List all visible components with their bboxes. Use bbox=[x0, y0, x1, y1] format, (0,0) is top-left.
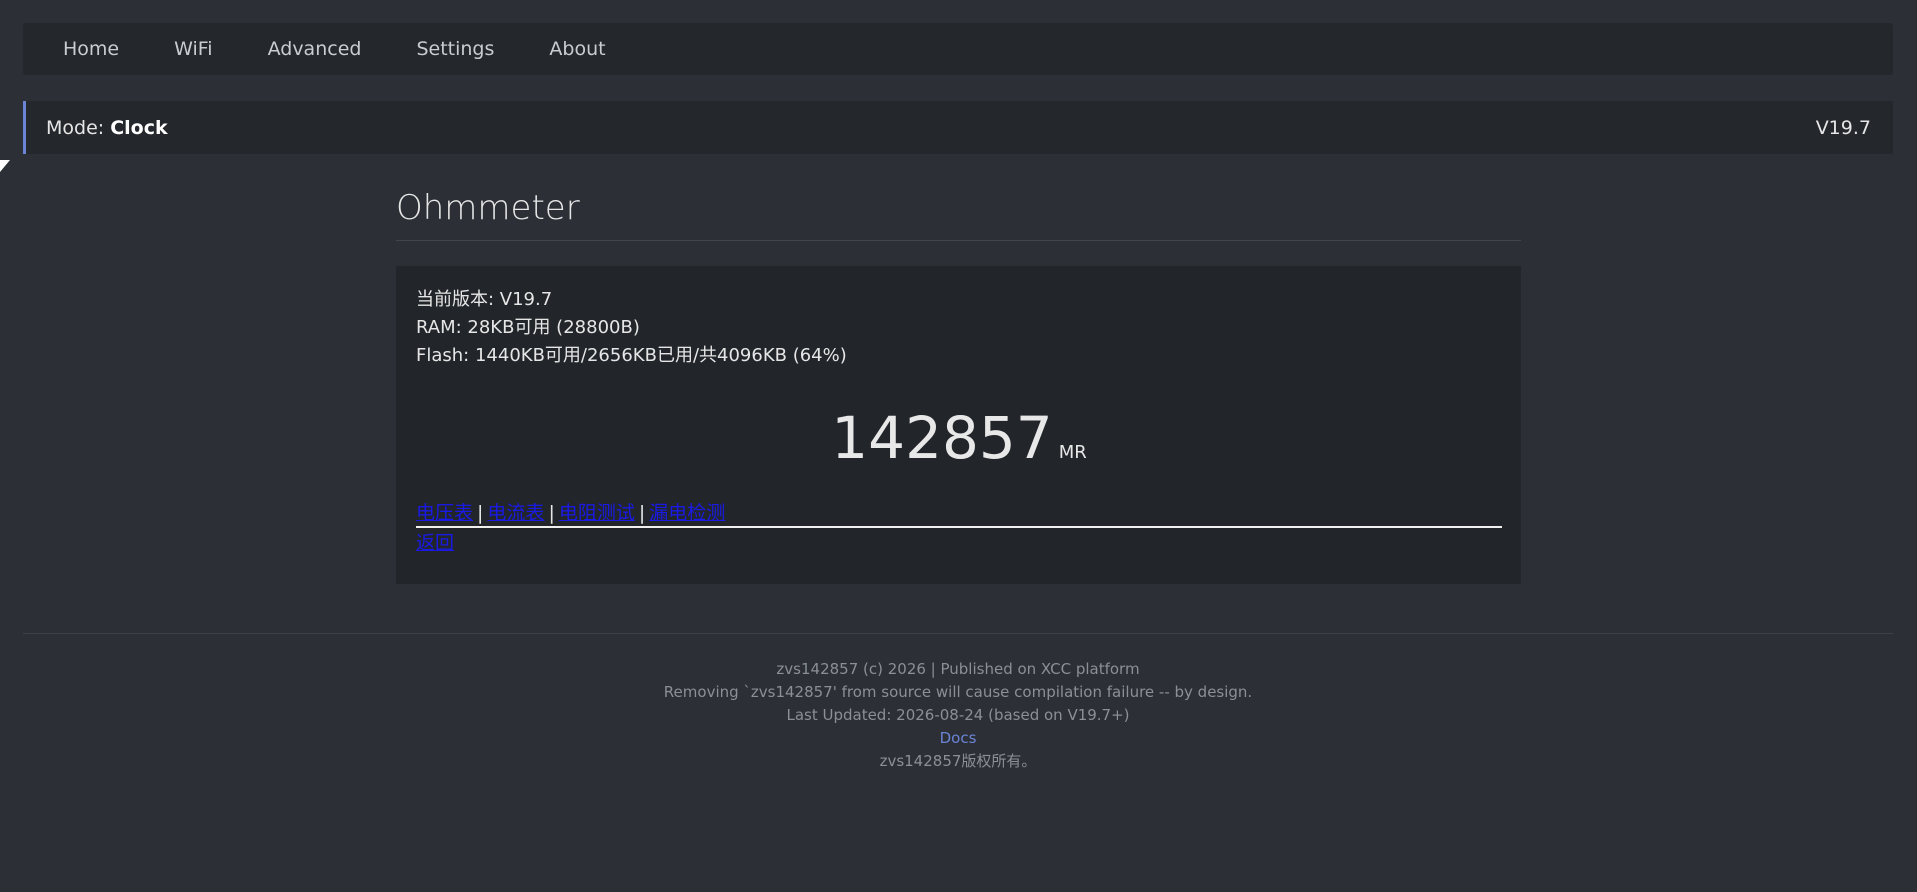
meter-reading: 142857 MR bbox=[416, 404, 1502, 472]
footer-updated: Last Updated: 2026-08-24 (based on V19.7… bbox=[786, 706, 1130, 724]
main-content: Ohmmeter 当前版本: V19.7 RAM: 28KB可用 (28800B… bbox=[396, 176, 1521, 584]
top-nav: Home WiFi Advanced Settings About bbox=[23, 23, 1893, 75]
nav-advanced[interactable]: Advanced bbox=[268, 38, 362, 60]
reading-unit: MR bbox=[1058, 442, 1087, 463]
page-title: Ohmmeter bbox=[396, 176, 1521, 241]
nav-settings[interactable]: Settings bbox=[416, 38, 494, 60]
link-leakage-detection[interactable]: 漏电检测 bbox=[649, 502, 725, 524]
meter-panel: 当前版本: V19.7 RAM: 28KB可用 (28800B) Flash: … bbox=[396, 266, 1521, 584]
mode-label: Mode: bbox=[46, 116, 111, 139]
link-separator: | bbox=[638, 502, 646, 524]
link-separator: | bbox=[477, 502, 484, 524]
footer-copyright: zvs142857 (c) 2026 | Published on XCC pl… bbox=[776, 660, 1140, 678]
ram-info: RAM: 28KB可用 (28800B) bbox=[416, 317, 640, 338]
back-row: 返回 bbox=[416, 530, 1502, 556]
mode-value: Clock bbox=[110, 116, 168, 139]
nav-home[interactable]: Home bbox=[63, 38, 119, 60]
reading-value: 142857 bbox=[831, 404, 1053, 472]
mode-status: Mode: Clock bbox=[46, 117, 168, 139]
firmware-version: V19.7 bbox=[1815, 116, 1871, 139]
footer-notice: Removing `zvs142857' from source will ca… bbox=[663, 683, 1253, 701]
divider-line bbox=[416, 526, 1502, 528]
back-link[interactable]: 返回 bbox=[416, 532, 454, 554]
footer: zvs142857 (c) 2026 | Published on XCC pl… bbox=[23, 633, 1893, 773]
mode-bar: Mode: Clock V19.7 bbox=[23, 101, 1893, 154]
tool-links: 电压表 | 电流表 | 电阻测试 | 漏电检测 bbox=[416, 500, 1502, 526]
nav-wifi[interactable]: WiFi bbox=[174, 38, 212, 60]
mouse-cursor-icon bbox=[0, 160, 10, 172]
link-ammeter[interactable]: 电流表 bbox=[487, 502, 544, 524]
footer-rights: zvs142857版权所有。 bbox=[879, 752, 1037, 770]
link-separator: | bbox=[548, 502, 555, 524]
link-resistance-test[interactable]: 电阻测试 bbox=[559, 502, 635, 524]
version-info: 当前版本: V19.7 bbox=[416, 289, 553, 310]
docs-link[interactable]: Docs bbox=[940, 729, 977, 747]
nav-about[interactable]: About bbox=[549, 38, 605, 60]
link-voltmeter[interactable]: 电压表 bbox=[416, 502, 473, 524]
flash-info: Flash: 1440KB可用/2656KB已用/共4096KB (64%) bbox=[416, 345, 847, 366]
